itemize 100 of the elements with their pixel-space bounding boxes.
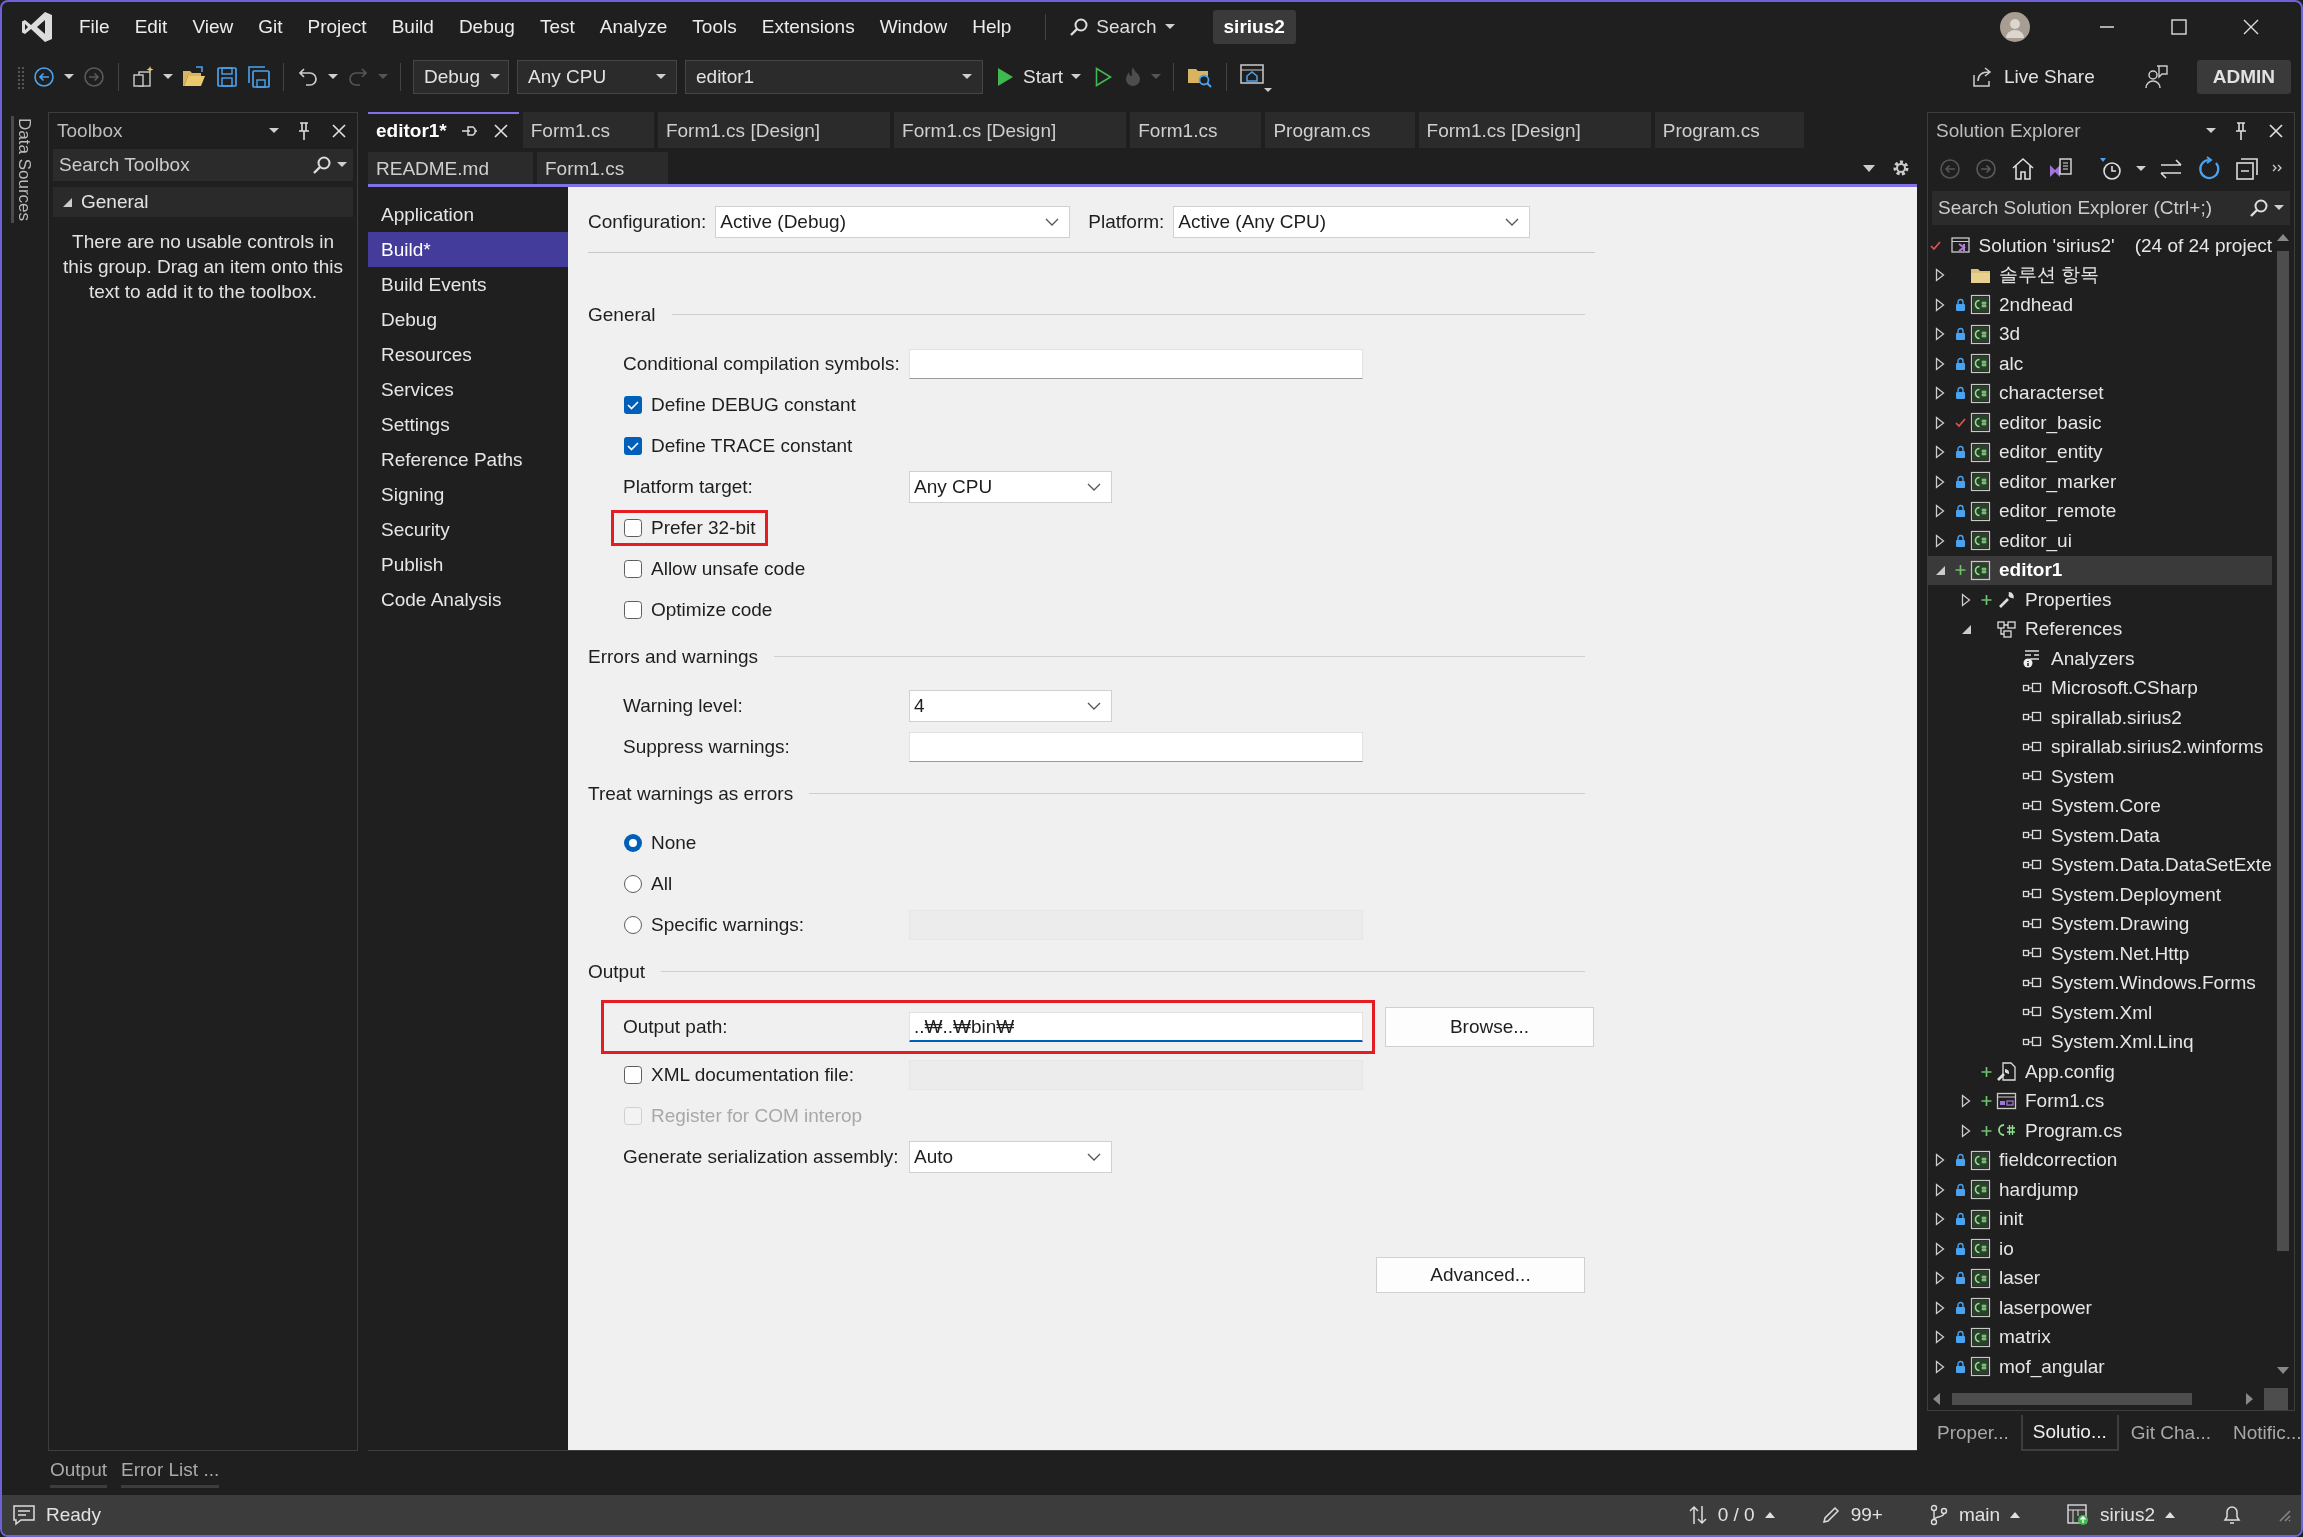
document-tab[interactable]: Form1.cs bbox=[522, 112, 654, 148]
advanced-button[interactable]: Advanced... bbox=[1376, 1257, 1585, 1293]
tree-item[interactable]: System.Drawing bbox=[1928, 909, 2272, 939]
tree-item[interactable]: Properties bbox=[1928, 585, 2272, 615]
back-icon[interactable] bbox=[32, 65, 56, 89]
tree-item[interactable]: 2ndhead bbox=[1928, 290, 2272, 320]
live-share-button[interactable]: Live Share bbox=[1969, 65, 2095, 89]
tree-item[interactable]: Solution 'sirius2' (24 of 24 project bbox=[1928, 231, 2272, 261]
tree-item[interactable]: hardjump bbox=[1928, 1175, 2272, 1205]
menu-item[interactable]: Debug bbox=[447, 16, 526, 38]
page-nav-item[interactable]: Build* bbox=[368, 232, 568, 267]
overflow-icon[interactable] bbox=[2272, 164, 2284, 174]
page-nav-item[interactable]: Services bbox=[368, 372, 568, 407]
settings-icon[interactable] bbox=[1891, 158, 1911, 178]
document-tab[interactable]: Form1.cs [Design] bbox=[894, 112, 1127, 148]
pending-edits-indicator[interactable]: 99+ bbox=[1820, 1504, 1883, 1526]
menu-item[interactable]: Extensions bbox=[750, 16, 866, 38]
close-icon[interactable] bbox=[2241, 17, 2261, 37]
tree-item[interactable]: System.Xml bbox=[1928, 998, 2272, 1028]
expand-arrow-icon[interactable] bbox=[1934, 415, 1946, 430]
tree-item[interactable]: editor_basic bbox=[1928, 408, 2272, 438]
page-nav-item[interactable]: Resources bbox=[368, 337, 568, 372]
page-nav-item[interactable]: Signing bbox=[368, 477, 568, 512]
tree-item[interactable]: System.Data bbox=[1928, 821, 2272, 851]
tree-item[interactable]: System.Data.DataSetExte bbox=[1928, 850, 2272, 880]
tree-item[interactable]: characterset bbox=[1928, 378, 2272, 408]
text-field[interactable] bbox=[909, 348, 1363, 379]
page-nav-item[interactable]: Reference Paths bbox=[368, 442, 568, 477]
checkbox[interactable] bbox=[623, 558, 643, 579]
tree-item[interactable]: mof_angular bbox=[1928, 1352, 2272, 1382]
maximize-icon[interactable] bbox=[2169, 17, 2189, 37]
expand-arrow-icon[interactable] bbox=[1934, 1359, 1946, 1374]
panel-tab[interactable]: Notific... bbox=[2223, 1415, 2301, 1451]
open-folder-icon[interactable] bbox=[181, 65, 207, 89]
avatar[interactable] bbox=[1999, 11, 2031, 43]
start-button[interactable]: Start bbox=[991, 66, 1086, 88]
menu-item[interactable]: View bbox=[181, 16, 245, 38]
tree-item[interactable]: io bbox=[1928, 1234, 2272, 1264]
caret-icon[interactable] bbox=[2206, 128, 2216, 134]
tree-item[interactable]: fieldcorrection bbox=[1928, 1145, 2272, 1175]
checkbox[interactable] bbox=[623, 599, 643, 620]
document-tab[interactable]: Form1.cs [Design] bbox=[657, 112, 891, 148]
search-field[interactable]: Search Toolbox bbox=[53, 149, 353, 181]
search-button[interactable]: Search bbox=[1060, 16, 1183, 38]
expand-arrow-icon[interactable] bbox=[1934, 268, 1946, 283]
expand-arrow-icon[interactable] bbox=[1934, 445, 1946, 460]
menu-item[interactable]: Test bbox=[528, 16, 586, 38]
tree-item[interactable]: laserpower bbox=[1928, 1293, 2272, 1323]
menu-item[interactable]: Window bbox=[868, 16, 959, 38]
text-field[interactable]: ..₩..₩bin₩ bbox=[909, 1012, 1363, 1042]
expand-arrow-icon[interactable] bbox=[1960, 592, 1972, 607]
menu-item[interactable]: Edit bbox=[123, 16, 179, 38]
document-tab[interactable]: Program.cs bbox=[1654, 112, 1804, 148]
document-tab[interactable]: Program.cs bbox=[1265, 112, 1415, 148]
page-nav-item[interactable]: Publish bbox=[368, 547, 568, 582]
configuration-dropdown[interactable]: Debug bbox=[413, 60, 509, 94]
tree-item[interactable]: Microsoft.CSharp bbox=[1928, 673, 2272, 703]
menu-item[interactable]: Git bbox=[247, 16, 294, 38]
tree-item[interactable]: 3d bbox=[1928, 319, 2272, 349]
new-item-icon[interactable] bbox=[131, 65, 155, 89]
page-nav-item[interactable]: Build Events bbox=[368, 267, 568, 302]
expand-arrow-icon[interactable] bbox=[1934, 1300, 1946, 1315]
tree-item[interactable]: spirallab.sirius2.winforms bbox=[1928, 732, 2272, 762]
tree-item[interactable]: init bbox=[1928, 1204, 2272, 1234]
feedback-icon[interactable] bbox=[2142, 64, 2169, 90]
collapse-all-icon[interactable] bbox=[2234, 156, 2260, 182]
expand-arrow-icon[interactable] bbox=[1934, 327, 1946, 342]
expand-arrow-icon[interactable] bbox=[1934, 297, 1946, 312]
tree-item[interactable]: System.Windows.Forms bbox=[1928, 968, 2272, 998]
page-nav-item[interactable]: Code Analysis bbox=[368, 582, 568, 617]
tree-item[interactable]: laser bbox=[1928, 1263, 2272, 1293]
undo-icon[interactable] bbox=[296, 65, 320, 89]
tree-item[interactable]: 솔루션 항목 bbox=[1928, 260, 2272, 290]
caret-icon[interactable] bbox=[163, 74, 173, 80]
output-icon[interactable] bbox=[12, 1504, 36, 1526]
tree-item[interactable]: System.Xml.Linq bbox=[1928, 1027, 2272, 1057]
save-all-icon[interactable] bbox=[247, 65, 271, 89]
changes-indicator[interactable]: 0 / 0 bbox=[1687, 1504, 1775, 1526]
expand-arrow-icon[interactable] bbox=[1934, 356, 1946, 371]
expand-arrow-icon[interactable] bbox=[1934, 1182, 1946, 1197]
radio-button[interactable] bbox=[623, 832, 643, 853]
expand-arrow-icon[interactable] bbox=[1960, 1123, 1972, 1138]
tree-item[interactable]: System.Deployment bbox=[1928, 880, 2272, 910]
tree-item[interactable]: System.Core bbox=[1928, 791, 2272, 821]
bell-icon[interactable] bbox=[2221, 1503, 2243, 1527]
tree-item[interactable]: editor1 bbox=[1928, 555, 2272, 585]
tree-item[interactable]: App.config bbox=[1928, 1057, 2272, 1087]
caret-icon[interactable] bbox=[2136, 166, 2146, 172]
checkbox[interactable] bbox=[623, 435, 643, 456]
expand-arrow-icon[interactable] bbox=[1934, 474, 1946, 489]
menu-item[interactable]: Tools bbox=[681, 16, 748, 38]
search-field[interactable]: Search Solution Explorer (Ctrl+;) bbox=[1932, 191, 2290, 225]
dropdown[interactable]: Any CPU bbox=[909, 470, 1112, 503]
document-tab[interactable]: README.md bbox=[368, 152, 533, 184]
page-nav-item[interactable]: Application bbox=[368, 197, 568, 232]
page-nav-item[interactable]: Settings bbox=[368, 407, 568, 442]
tree-item[interactable]: editor_remote bbox=[1928, 496, 2272, 526]
radio-button[interactable] bbox=[623, 873, 643, 894]
refresh-icon[interactable] bbox=[2196, 156, 2222, 182]
tree-item[interactable]: matrix bbox=[1928, 1322, 2272, 1352]
